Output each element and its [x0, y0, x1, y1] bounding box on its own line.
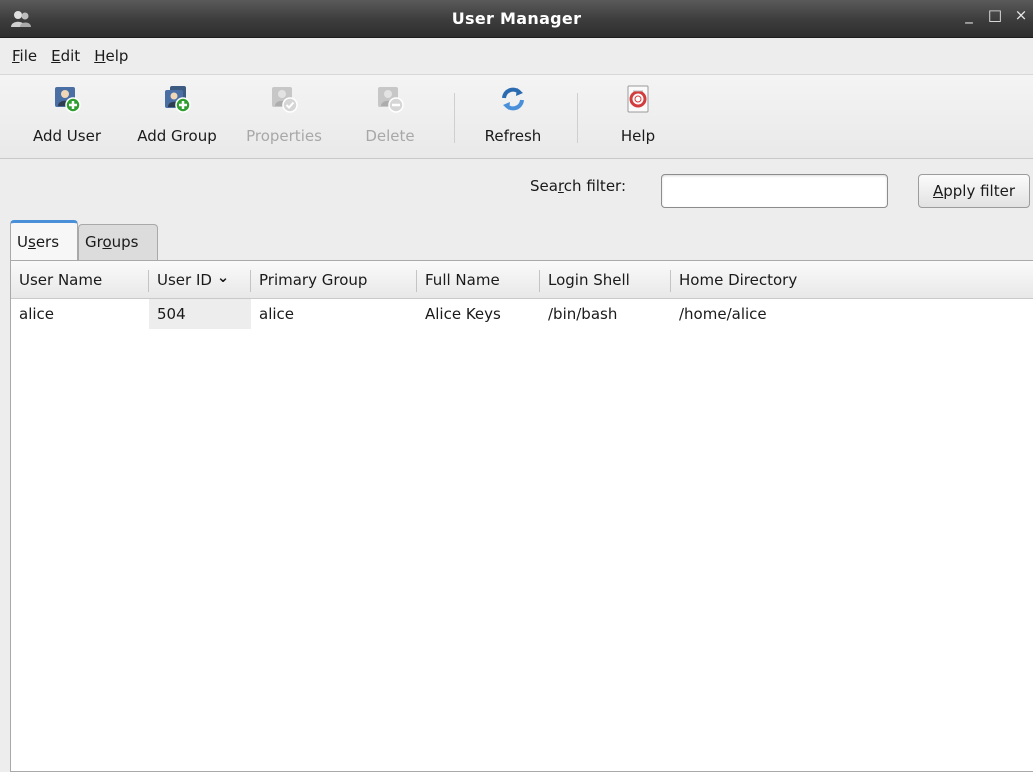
column-header-primary-group[interactable]: Primary Group — [251, 261, 415, 299]
add-group-button[interactable]: Add Group — [128, 85, 226, 155]
window-title: User Manager — [451, 9, 582, 28]
help-icon — [627, 85, 649, 113]
menu-help-label: elp — [105, 47, 129, 65]
add-user-button[interactable]: Add User — [22, 85, 112, 155]
title-bar: User Manager _ □ × — [0, 0, 1033, 38]
tab-users-mnemonic: s — [27, 233, 36, 251]
table-header: User Name User ID ⌄ Primary Group Full N… — [11, 261, 1033, 299]
refresh-button[interactable]: Refresh — [476, 85, 550, 155]
apply-filter-button[interactable]: Apply filter — [918, 174, 1030, 208]
search-filter-label: Search filter: — [530, 177, 626, 195]
maximize-button[interactable]: □ — [984, 6, 1006, 24]
add-user-icon — [55, 87, 81, 113]
cell-primary-group: alice — [259, 305, 295, 323]
menu-help-mnemonic: H — [94, 47, 106, 65]
column-header-home-directory[interactable]: Home Directory — [671, 261, 1031, 299]
menu-file-mnemonic: F — [12, 47, 20, 65]
add-group-label: Add Group — [137, 127, 217, 145]
properties-label: Properties — [246, 127, 322, 145]
refresh-label: Refresh — [484, 127, 542, 145]
minimize-button[interactable]: _ — [958, 6, 980, 24]
menu-bar: File Edit Help — [0, 38, 1033, 75]
cell-home-directory: /home/alice — [679, 305, 767, 323]
column-header-user-name[interactable]: User Name — [11, 261, 147, 299]
add-user-label: Add User — [33, 127, 101, 145]
column-header-user-id-label: User ID — [157, 271, 212, 289]
users-table: User Name User ID ⌄ Primary Group Full N… — [10, 260, 1033, 772]
refresh-icon — [502, 87, 524, 111]
close-button[interactable]: × — [1010, 6, 1032, 24]
apply-filter-mnemonic: A — [932, 182, 944, 200]
menu-file-label: ile — [19, 47, 38, 65]
menu-help[interactable]: Help — [87, 47, 135, 65]
tab-users[interactable]: Users — [10, 220, 78, 260]
delete-user-icon — [378, 87, 404, 113]
toolbar: Add User Add Group Properties Delete Ref… — [0, 75, 1033, 159]
properties-icon — [272, 87, 298, 113]
tab-groups-pre: Gr — [85, 233, 103, 251]
column-header-full-name[interactable]: Full Name — [417, 261, 539, 299]
tab-groups-mnemonic: o — [102, 233, 112, 251]
cell-user-name: alice — [19, 305, 55, 323]
table-row[interactable]: alice 504 alice Alice Keys /bin/bash /ho… — [11, 299, 1033, 329]
add-group-icon — [165, 86, 191, 113]
menu-edit-label: dit — [60, 47, 81, 65]
filter-row: Search filter: Apply filter — [0, 160, 1033, 220]
delete-label: Delete — [365, 127, 415, 145]
cell-login-shell: /bin/bash — [548, 305, 618, 323]
cell-user-id: 504 — [149, 299, 251, 329]
search-filter-label-post: ch filter: — [563, 177, 627, 195]
menu-edit[interactable]: Edit — [44, 47, 87, 65]
column-header-login-shell[interactable]: Login Shell — [540, 261, 670, 299]
help-button[interactable]: Help — [610, 85, 666, 155]
apply-filter-label: pply filter — [943, 182, 1015, 200]
search-filter-input[interactable] — [661, 174, 888, 208]
delete-button[interactable]: Delete — [354, 85, 426, 155]
cell-full-name: Alice Keys — [425, 305, 501, 323]
tab-users-pre: U — [17, 233, 28, 251]
tab-groups[interactable]: Groups — [78, 224, 158, 260]
tab-users-post: ers — [35, 233, 60, 251]
toolbar-separator — [454, 93, 455, 143]
tab-groups-post: ups — [111, 233, 139, 251]
properties-button[interactable]: Properties — [236, 85, 332, 155]
menu-edit-mnemonic: E — [51, 47, 61, 65]
column-header-user-id[interactable]: User ID ⌄ — [149, 261, 249, 299]
help-label: Help — [620, 127, 656, 145]
search-filter-label-pre: Sea — [530, 177, 558, 195]
toolbar-separator — [577, 93, 578, 143]
menu-file[interactable]: File — [5, 47, 44, 65]
sort-descending-icon: ⌄ — [216, 268, 230, 286]
